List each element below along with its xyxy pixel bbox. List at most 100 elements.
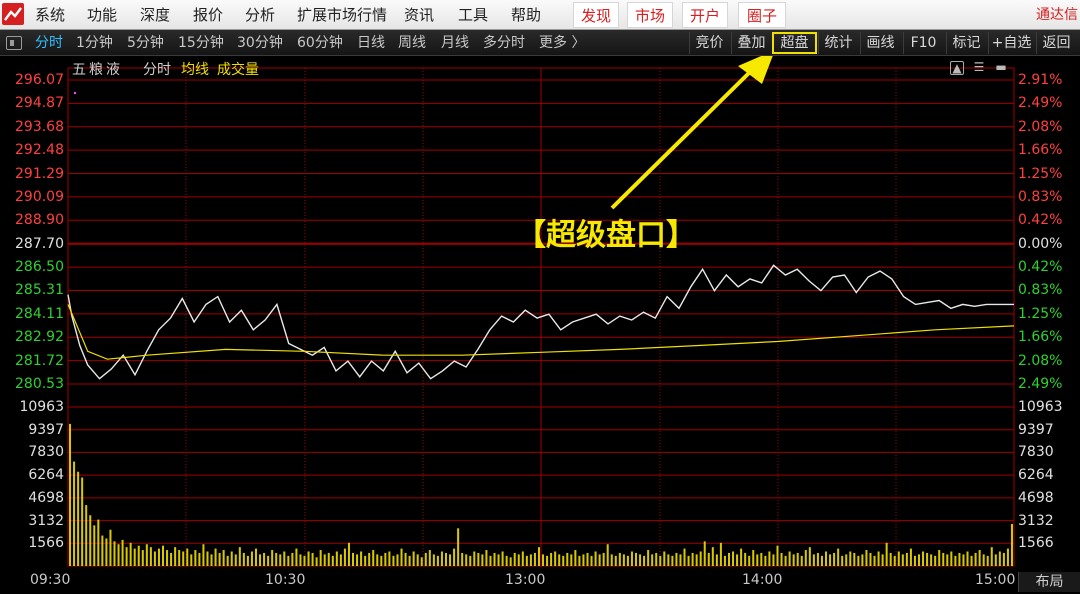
volume-bar (732, 551, 735, 566)
volume-bar (291, 552, 294, 566)
overlay-button[interactable]: 叠加 (731, 32, 771, 54)
volume-bar (299, 554, 302, 566)
percent-label: 2.91% (1018, 72, 1063, 88)
volume-bar (412, 551, 415, 566)
back-button[interactable]: 返回 (1036, 32, 1076, 54)
period-tab-weekly[interactable]: 周线 (398, 30, 426, 56)
volume-bar (230, 551, 233, 566)
discover-button[interactable]: 发现 (573, 2, 619, 28)
volume-bar (954, 555, 957, 566)
price-label: 294.87 (15, 95, 64, 112)
layout-button[interactable]: 布局 (1018, 572, 1080, 592)
expand-icon[interactable]: ▲ (950, 61, 964, 75)
draw-line-button[interactable]: 画线 (860, 32, 900, 54)
volume-bar (166, 550, 169, 566)
menu-tools[interactable]: 工具 (458, 0, 488, 30)
volume-bar (194, 550, 197, 566)
period-tab-daily[interactable]: 日线 (357, 30, 385, 56)
menu-analysis[interactable]: 分析 (245, 0, 275, 30)
period-tab-multi[interactable]: 多分时 (483, 30, 525, 56)
add-watchlist-button[interactable]: +自选 (988, 32, 1034, 54)
volume-bar (420, 557, 423, 566)
volume-bar (905, 552, 908, 566)
volume-bar (792, 554, 795, 566)
period-tab-1min[interactable]: 1分钟 (76, 30, 113, 56)
time-label-1500: 15:00 (975, 572, 1016, 588)
volume-bar (998, 551, 1001, 566)
volume-bar (335, 551, 338, 566)
period-tab-15min[interactable]: 15分钟 (178, 30, 224, 56)
volume-bar (796, 552, 799, 566)
menu-news[interactable]: 资讯 (404, 0, 434, 30)
stats-button[interactable]: 统计 (818, 32, 858, 54)
volume-bar (295, 548, 298, 566)
volume-bar (202, 544, 205, 566)
market-button[interactable]: 市场 (627, 2, 673, 28)
volume-bar (946, 554, 949, 566)
f10-button[interactable]: F10 (903, 32, 943, 54)
volume-bar (331, 555, 334, 566)
minimize-icon[interactable]: ▬ (994, 61, 1008, 75)
volume-bar (982, 554, 985, 566)
volume-bar (756, 554, 759, 566)
volume-bar (501, 551, 504, 566)
volume-bar (970, 555, 973, 566)
volume-bar (630, 551, 633, 566)
volume-bar (938, 550, 941, 566)
volume-bar (509, 557, 512, 566)
volume-bar (978, 550, 981, 566)
volume-bar (829, 554, 832, 566)
volume-bar (857, 555, 860, 566)
mark-button[interactable]: 标记 (946, 32, 986, 54)
volume-bar (703, 541, 706, 566)
volume-bar (436, 555, 439, 566)
period-tab-30min[interactable]: 30分钟 (237, 30, 283, 56)
menu-system[interactable]: 系统 (35, 0, 65, 30)
open-account-button[interactable]: 开户 (682, 2, 728, 28)
volume-bar (550, 552, 553, 566)
volume-bar (347, 542, 350, 566)
menu-depth[interactable]: 深度 (140, 0, 170, 30)
intraday-chart[interactable]: 五粮液 分时 均线 成交量 ▲ ☰ ▬ 296.07 2.91% 294.87 2.4… (0, 56, 1080, 594)
volume-bar (667, 554, 670, 566)
time-label-1030: 10:30 (265, 572, 306, 588)
volume-bar (287, 555, 290, 566)
period-tab-5min[interactable]: 5分钟 (127, 30, 164, 56)
volume-bar (101, 535, 104, 566)
menu-help[interactable]: 帮助 (511, 0, 541, 30)
time-label-1400: 14:00 (742, 572, 783, 588)
auction-button[interactable]: 竞价 (689, 32, 729, 54)
volume-bar (250, 551, 253, 566)
volume-bar (602, 552, 605, 566)
volume-bar (113, 541, 116, 566)
volume-bar (319, 550, 322, 566)
chart-canvas[interactable] (0, 56, 1080, 594)
volume-bar (618, 552, 621, 566)
volume-bar (853, 552, 856, 566)
volume-bar (816, 552, 819, 566)
volume-bar (149, 547, 152, 566)
volume-bar (784, 555, 787, 566)
time-label-1300: 13:00 (505, 572, 546, 588)
period-tab-60min[interactable]: 60分钟 (297, 30, 343, 56)
volume-bar (659, 555, 662, 566)
menu-icon[interactable]: ☰ (972, 61, 986, 75)
volume-bar (610, 554, 613, 566)
volume-bar (125, 547, 128, 566)
volume-bar (388, 551, 391, 566)
circle-button[interactable]: 圈子 (738, 2, 786, 28)
menu-extended-market[interactable]: 扩展市场行情 (297, 0, 387, 30)
period-tab-intraday[interactable]: 分时 (35, 30, 63, 56)
menu-function[interactable]: 功能 (87, 0, 117, 30)
period-tab-more[interactable]: 更多 〉 (539, 30, 585, 56)
panel-toggle-icon[interactable] (6, 36, 22, 50)
menu-quote[interactable]: 报价 (193, 0, 223, 30)
super-panel-button[interactable]: 超盘 (772, 32, 817, 54)
volume-bar (639, 554, 642, 566)
volume-bar (368, 552, 371, 566)
period-tab-monthly[interactable]: 月线 (441, 30, 469, 56)
volume-bar (238, 547, 241, 566)
app-logo-icon (2, 3, 24, 25)
volume-bar (542, 554, 545, 566)
volume-bar (161, 545, 165, 566)
